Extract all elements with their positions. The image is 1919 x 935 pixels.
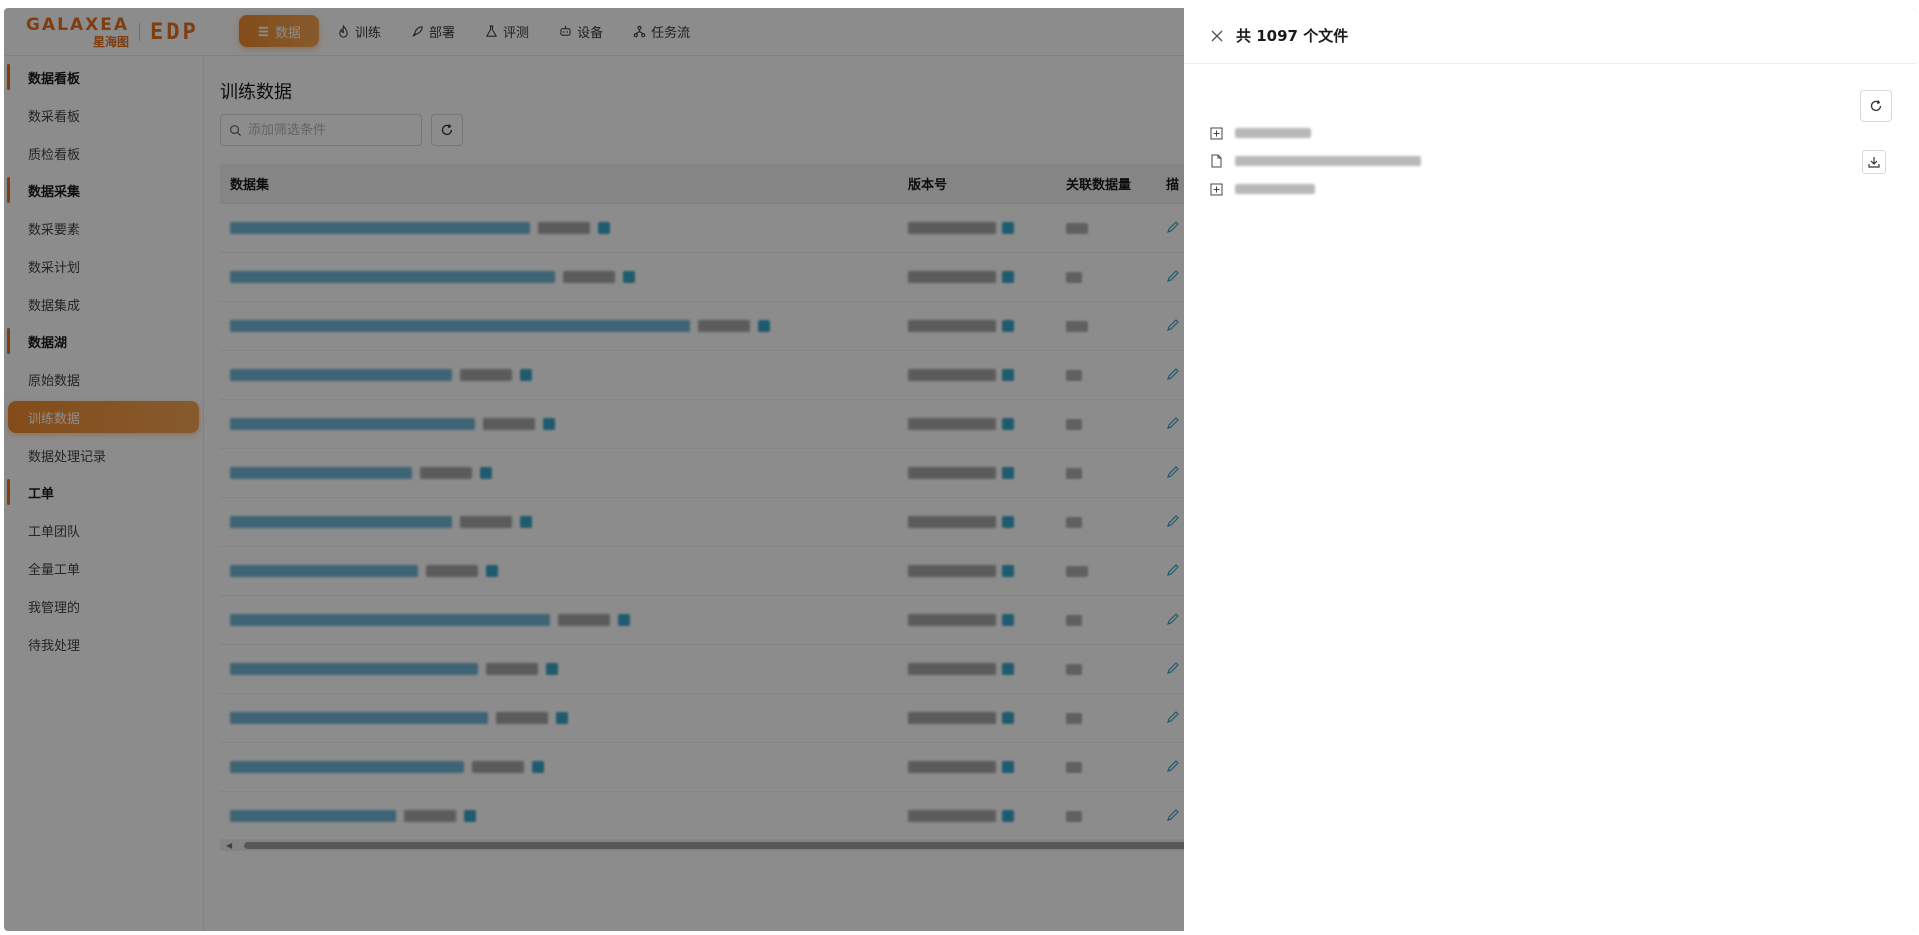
folder-expand-icon[interactable] xyxy=(1210,127,1223,140)
drawer-refresh-button[interactable] xyxy=(1860,90,1892,122)
file-tree-item[interactable] xyxy=(1210,178,1315,200)
file-tree-item[interactable] xyxy=(1210,122,1311,144)
refresh-icon xyxy=(1870,100,1882,112)
close-icon[interactable] xyxy=(1210,29,1224,43)
file-icon xyxy=(1211,154,1222,168)
file-tree-item[interactable] xyxy=(1210,150,1421,172)
file-name xyxy=(1235,128,1311,138)
file-drawer: 共 1097 个文件 xyxy=(1184,8,1916,931)
app-window: GALAXEA 星海图 EDP 数据 训练 部署 评测 设备 任务流 数据看板 … xyxy=(4,8,1916,931)
download-icon xyxy=(1868,157,1880,168)
drawer-header: 共 1097 个文件 xyxy=(1184,8,1916,64)
file-name xyxy=(1235,156,1421,166)
file-name xyxy=(1235,184,1315,194)
file-download-button[interactable] xyxy=(1862,150,1886,174)
drawer-title: 共 1097 个文件 xyxy=(1236,27,1349,45)
folder-expand-icon[interactable] xyxy=(1210,183,1223,196)
